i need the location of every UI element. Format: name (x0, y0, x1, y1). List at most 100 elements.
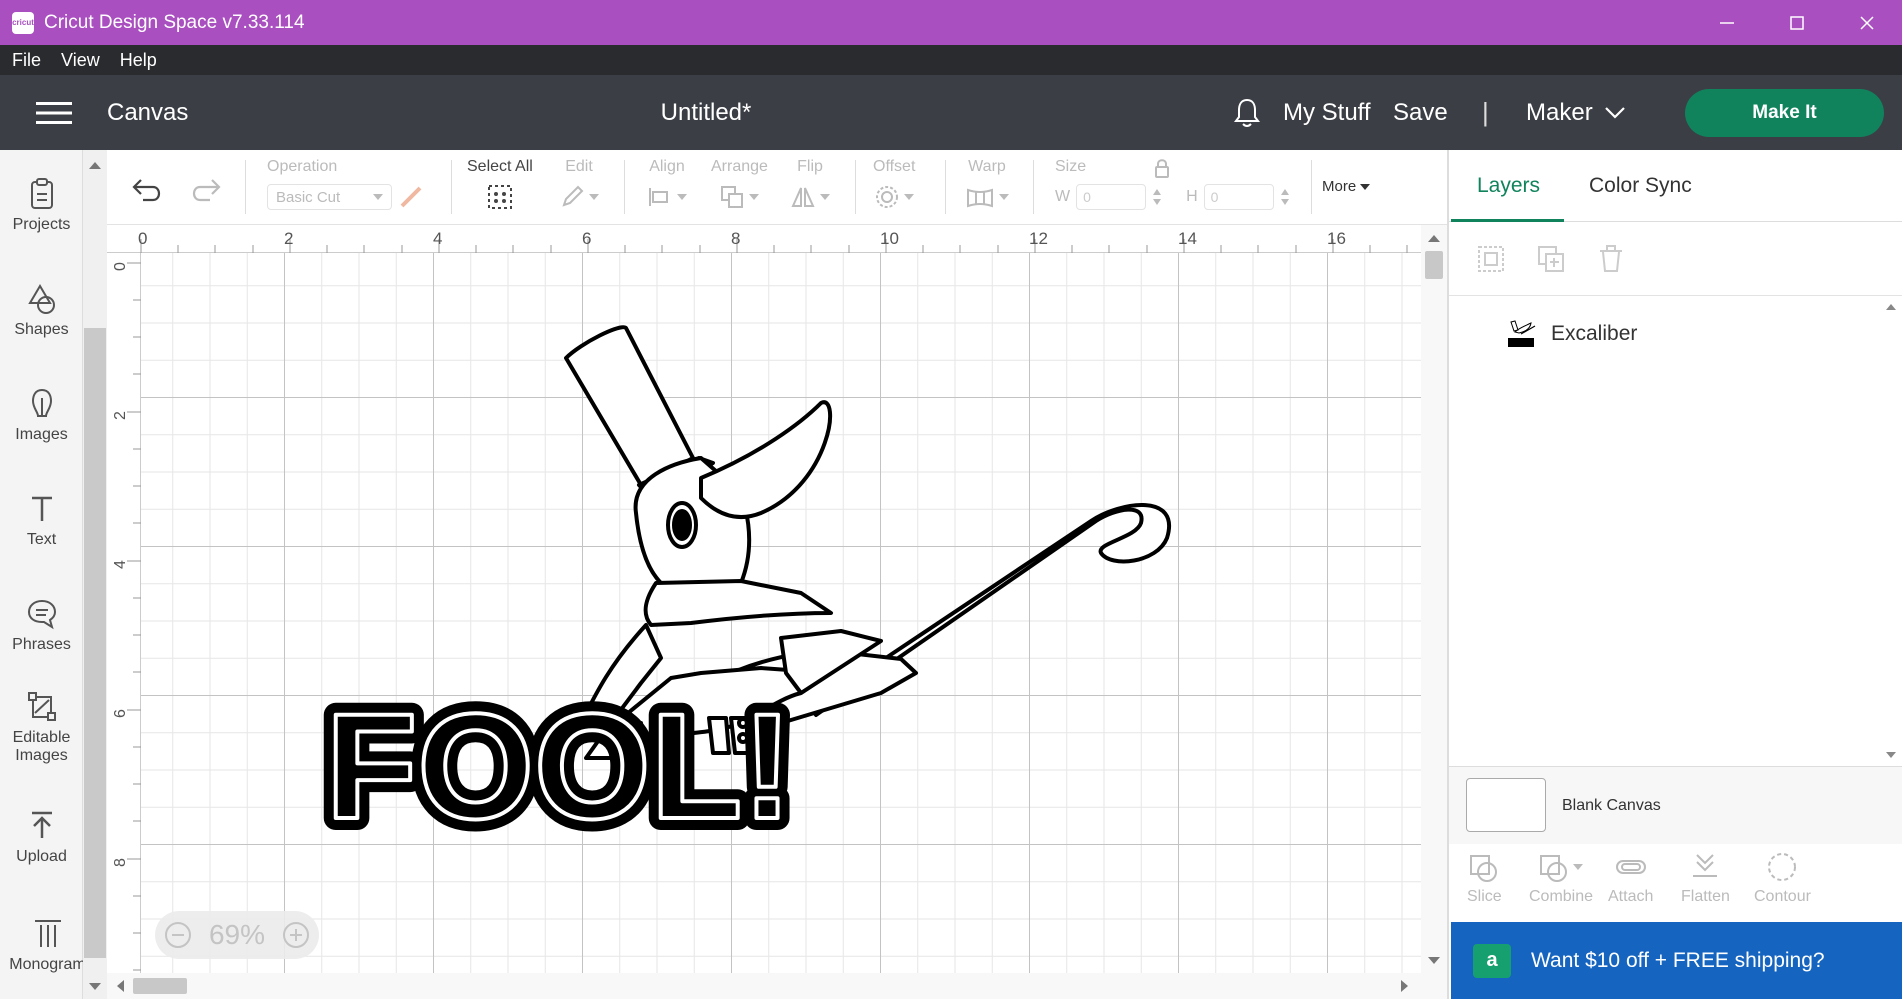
layer-operations-bar: Slice Combine Attach Flatten Contour (1449, 844, 1902, 913)
my-stuff-link[interactable]: My Stuff (1283, 99, 1371, 127)
excaliber-artwork[interactable]: FOOL! FOOL! (141, 253, 1421, 973)
menu-help[interactable]: Help (120, 50, 157, 71)
delete-icon[interactable] (1596, 244, 1626, 274)
horizontal-scroll-thumb[interactable] (133, 978, 187, 994)
dropdown-arrow-icon (820, 194, 830, 200)
height-input[interactable]: 0 (1203, 184, 1274, 210)
duplicate-icon[interactable] (1536, 244, 1566, 274)
operation-group: Operation Basic Cut (267, 158, 426, 214)
panel-tabs: Layers Color Sync (1449, 150, 1902, 222)
maximize-button[interactable] (1762, 0, 1832, 45)
sidebar-item-label: Projects (12, 216, 71, 233)
more-label: More (1322, 178, 1357, 195)
document-title[interactable]: Untitled* (0, 99, 1412, 127)
close-button[interactable] (1832, 0, 1902, 45)
make-it-button[interactable]: Make It (1685, 89, 1884, 137)
machine-selector[interactable]: Maker (1526, 99, 1625, 127)
ruler-label: 10 (880, 229, 899, 248)
flip-icon (791, 187, 815, 207)
layer-row[interactable]: Excaliber (1505, 318, 1637, 350)
sidebar-scrollbar[interactable] (83, 150, 107, 999)
design-canvas[interactable]: FOOL! FOOL! (141, 253, 1421, 973)
ruler-label: 14 (1178, 229, 1197, 248)
select-all-group[interactable]: Select All (467, 158, 533, 214)
shapes-icon (27, 284, 55, 314)
operation-label: Operation (267, 158, 338, 175)
ruler-label: 6 (112, 709, 129, 718)
width-input[interactable]: 0 (1076, 184, 1147, 210)
align-label: Align (649, 158, 685, 175)
dropdown-arrow-icon (904, 194, 915, 200)
paperclip-icon (1615, 860, 1646, 874)
sidebar-item-editable-images[interactable]: Editable Images (0, 691, 83, 765)
color-swatch-icon[interactable] (396, 182, 426, 212)
phrases-icon (27, 599, 56, 630)
offset-group[interactable]: Offset (873, 158, 915, 214)
canvas-color-swatch[interactable] (1466, 778, 1546, 832)
sidebar-item-shapes[interactable]: Shapes (0, 283, 83, 339)
align-group[interactable]: Align (647, 158, 687, 214)
layer-actions-bar (1449, 222, 1902, 296)
operation-select[interactable]: Basic Cut (267, 184, 392, 210)
slice-button[interactable]: Slice (1467, 852, 1502, 906)
width-stepper-icon[interactable] (1152, 187, 1162, 207)
layer-list-scrollbar[interactable] (1879, 296, 1902, 766)
vertical-scroll-thumb[interactable] (1425, 251, 1443, 279)
contour-icon (1768, 853, 1797, 881)
redo-button[interactable] (190, 176, 222, 207)
fool-text: FOOL! (326, 682, 793, 850)
minimize-button[interactable] (1692, 0, 1762, 45)
slice-icon (1470, 855, 1498, 882)
sidebar-item-monogram[interactable]: Monogram (6, 918, 89, 974)
zoom-in-icon[interactable] (282, 921, 310, 949)
zoom-out-icon[interactable] (164, 921, 192, 949)
blank-canvas-row[interactable]: Blank Canvas (1449, 766, 1902, 844)
menu-file[interactable]: File (12, 50, 41, 71)
zoom-level: 69% (208, 919, 266, 950)
more-button[interactable]: More (1322, 178, 1371, 195)
tab-color-sync[interactable]: Color Sync (1589, 174, 1692, 198)
promo-banner[interactable]: a Want $10 off + FREE shipping? (1451, 922, 1902, 999)
flatten-button[interactable]: Flatten (1681, 852, 1730, 906)
ruler-label: 2 (112, 411, 129, 420)
warp-group[interactable]: Warp (965, 158, 1009, 214)
edit-toolbar: Operation Basic Cut Select All Edit Alig… (107, 150, 1447, 225)
notifications-button[interactable] (1233, 97, 1261, 134)
dropdown-arrow-icon (677, 194, 687, 200)
menu-view[interactable]: View (61, 50, 100, 71)
edit-group[interactable]: Edit (559, 158, 599, 214)
ruler-label: 6 (582, 229, 591, 248)
ruler-label: 12 (1029, 229, 1048, 248)
pencil-icon (562, 185, 584, 207)
group-icon[interactable] (1476, 244, 1506, 274)
layer-thumbnail-icon (1508, 320, 1536, 347)
arrange-group[interactable]: Arrange (711, 158, 768, 214)
top-ruler-ticks: 0 2 4 6 8 10 12 14 16 (138, 229, 1408, 253)
blank-canvas-label: Blank Canvas (1562, 797, 1661, 814)
scroll-right-icon (1401, 980, 1408, 992)
canvas-horizontal-scrollbar[interactable] (107, 973, 1447, 999)
offset-label: Offset (873, 158, 916, 175)
sidebar-item-projects[interactable]: Projects (0, 178, 83, 234)
sidebar-item-text[interactable]: Text (0, 493, 83, 549)
dropdown-arrow-icon (589, 194, 599, 200)
attach-button[interactable]: Attach (1608, 852, 1653, 906)
height-stepper-icon[interactable] (1280, 187, 1290, 207)
sidebar-scroll-thumb[interactable] (84, 328, 106, 958)
app-window: cricut Cricut Design Space v7.33.114 Fil… (0, 0, 1902, 999)
flip-group[interactable]: Flip (790, 158, 830, 214)
contour-button[interactable]: Contour (1754, 852, 1811, 906)
images-icon (31, 388, 52, 417)
undo-button[interactable] (131, 176, 163, 207)
sidebar-item-upload[interactable]: Upload (0, 810, 83, 866)
sidebar-item-phrases[interactable]: Phrases (0, 598, 83, 654)
sidebar-item-label: Monogram (9, 956, 86, 973)
lock-icon[interactable] (1154, 158, 1170, 178)
tab-layers[interactable]: Layers (1477, 174, 1540, 198)
canvas-vertical-scrollbar[interactable] (1421, 225, 1447, 973)
save-button[interactable]: Save (1393, 99, 1448, 127)
sidebar-item-images[interactable]: Images (0, 388, 83, 444)
app-logo: cricut (12, 11, 34, 34)
combine-button[interactable]: Combine (1529, 852, 1593, 906)
align-icon (649, 188, 668, 206)
